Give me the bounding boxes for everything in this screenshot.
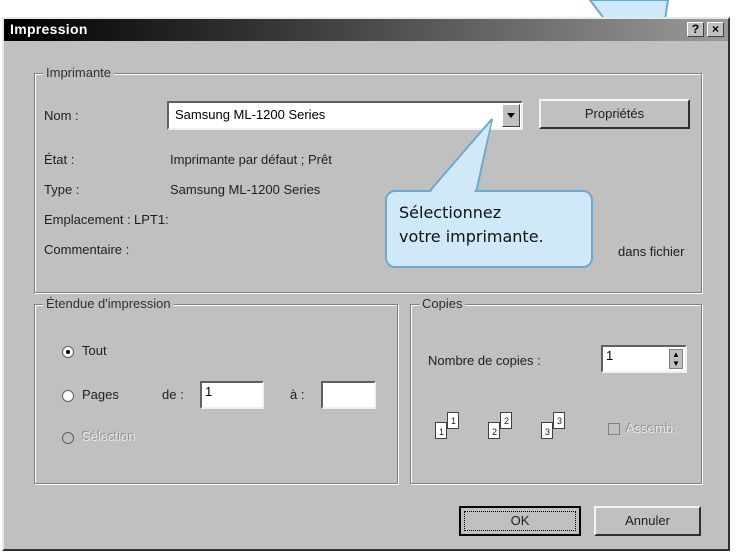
callout-pointer-cover (430, 122, 491, 193)
